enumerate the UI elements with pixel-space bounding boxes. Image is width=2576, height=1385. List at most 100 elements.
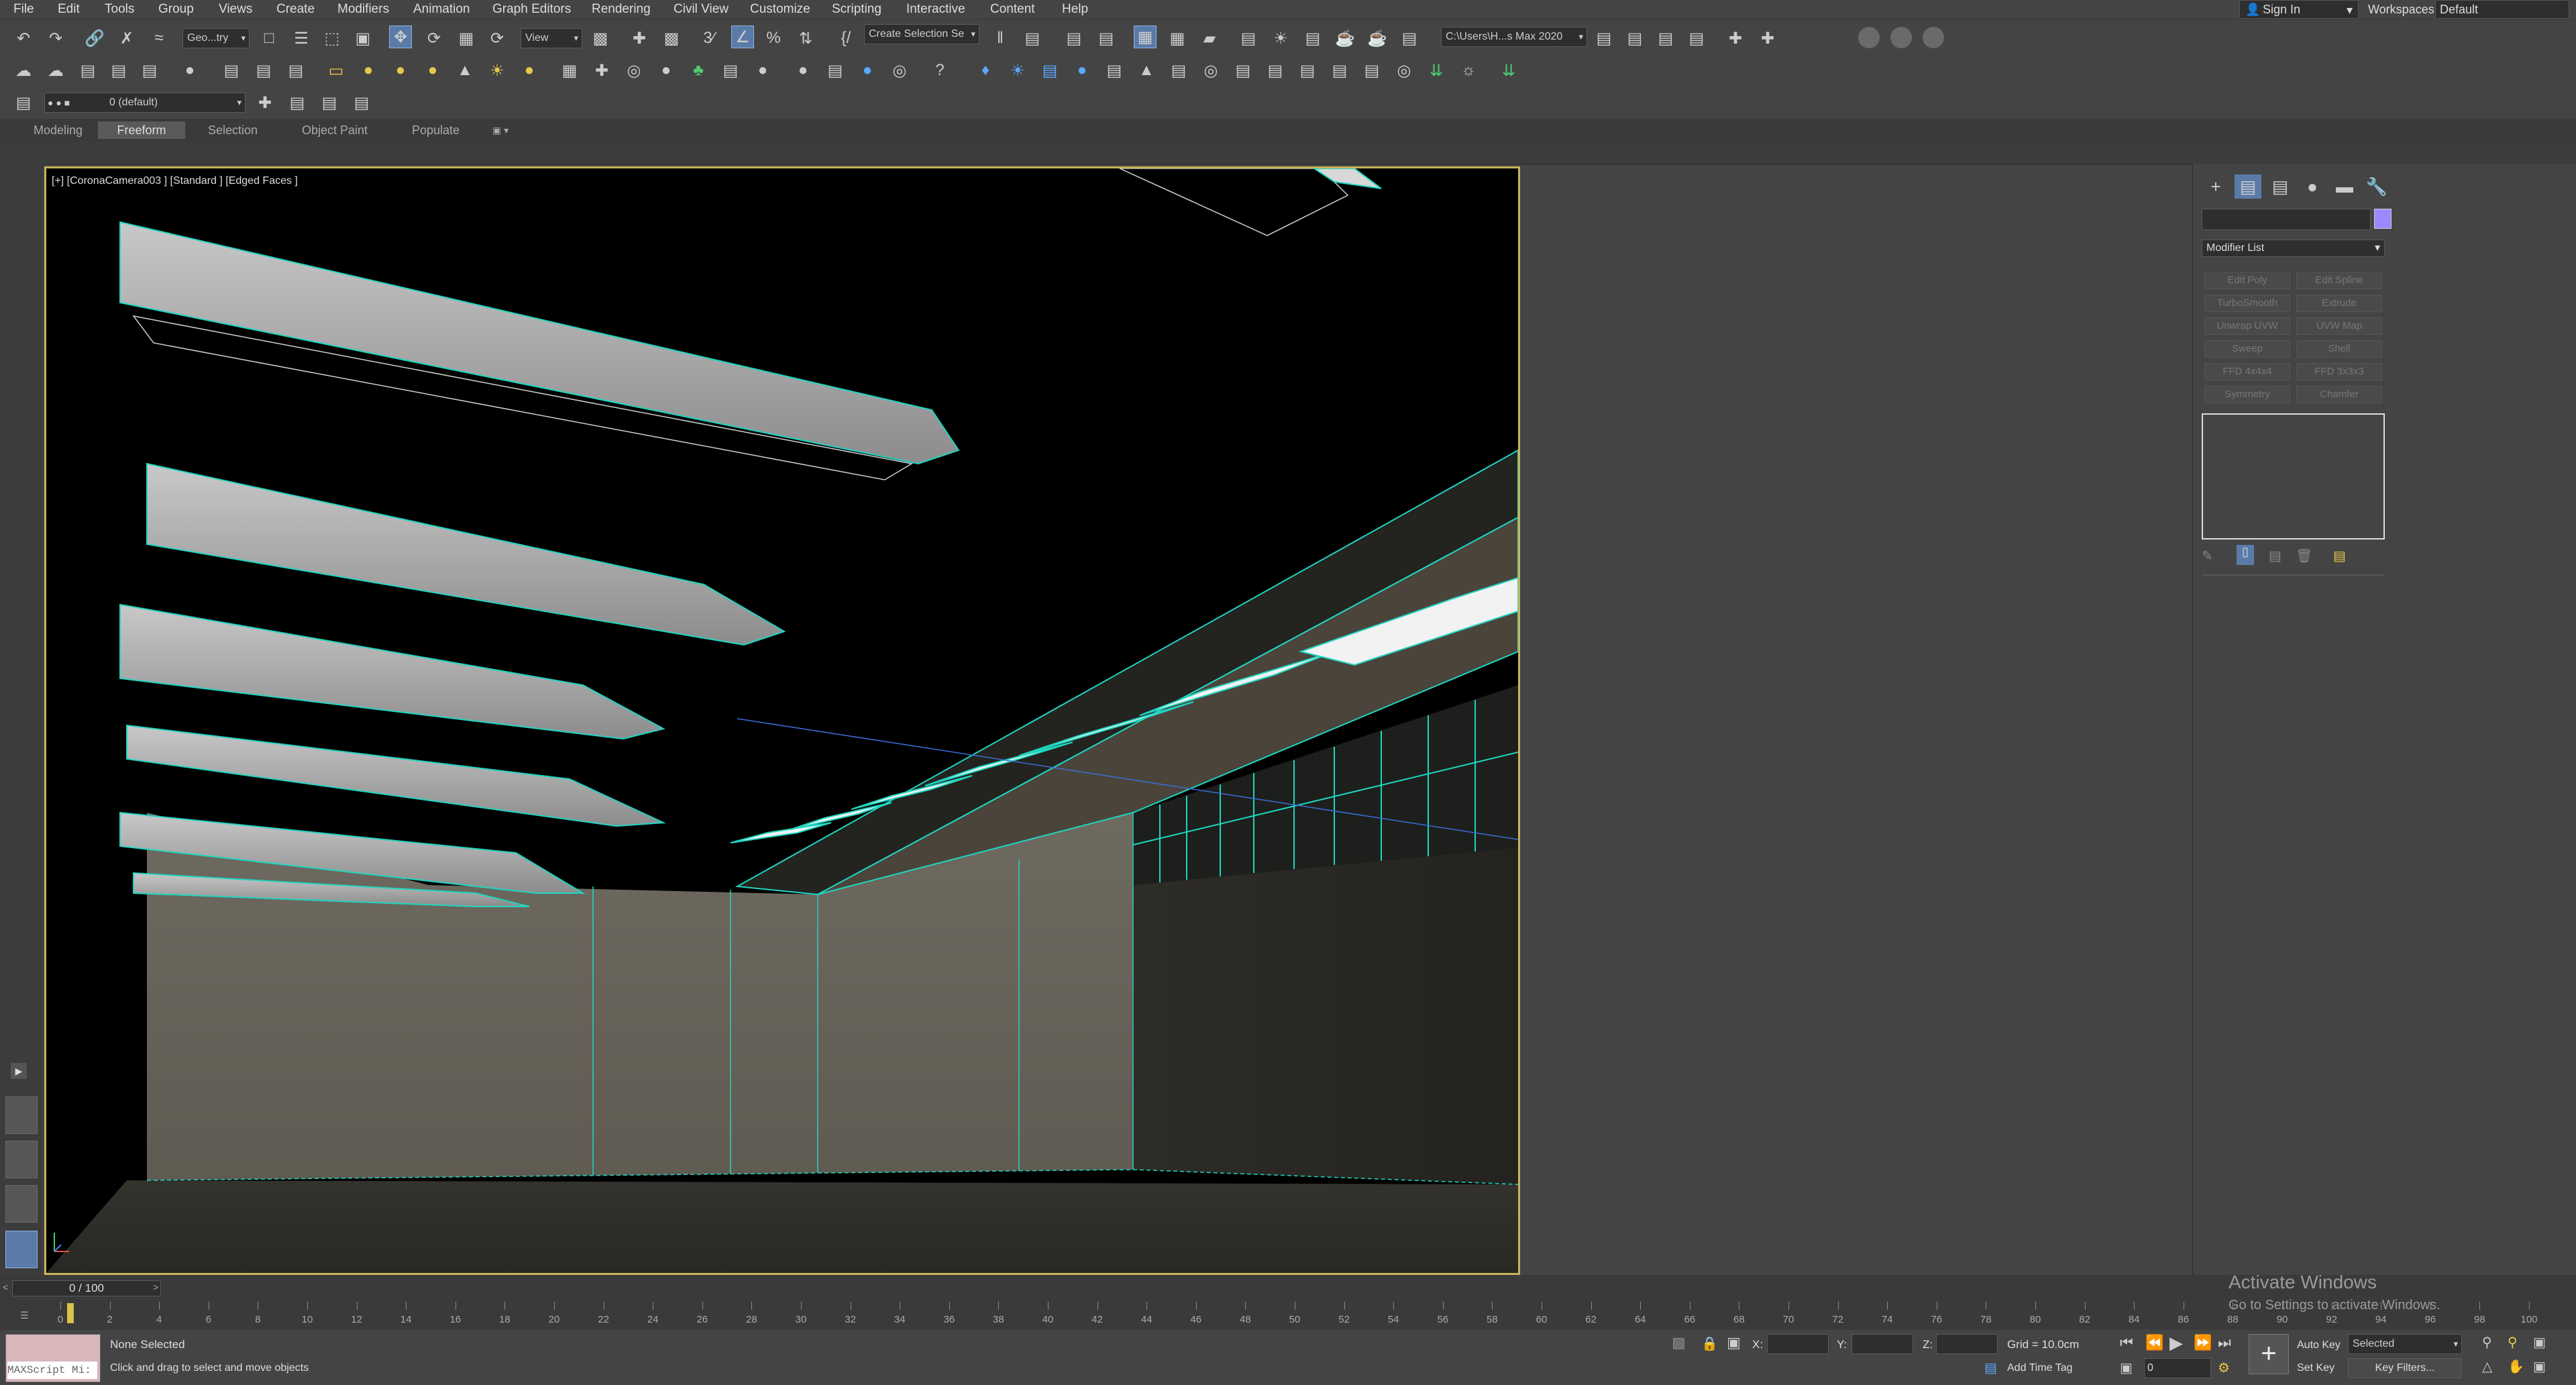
named-selection-dropdown[interactable]: Create Selection Se ▾ [864,24,979,44]
tab-object-paint[interactable]: Object Paint [295,121,374,139]
time-slider[interactable]: 0 / 100 [12,1280,161,1296]
modifier-button[interactable]: Edit Poly [2204,272,2290,289]
pin-stack-icon[interactable]: ✎ [2202,548,2213,564]
tab-selection[interactable]: Selection [201,121,264,139]
snaps-toggle-icon[interactable]: 3⁄ [698,27,720,50]
layer-dropdown[interactable]: ● ● ■ 0 (default) ▾ [44,93,246,113]
cloth-tool-icon[interactable]: ✚ [1724,27,1747,50]
cloth-tool-icon-2[interactable]: ✚ [1756,27,1779,50]
current-frame-field[interactable]: 0 [2144,1358,2211,1378]
menu-civil-view[interactable]: Civil View [674,2,729,17]
zoom-all-icon[interactable]: ⚲ [2508,1334,2518,1351]
tab-populate[interactable]: Populate [405,121,466,139]
object-color-swatch[interactable] [2374,209,2392,229]
configure-modifier-sets-icon[interactable]: ▤ [2333,548,2346,564]
render-production-icon[interactable]: ☕ [1334,27,1356,50]
vray-fur-icon[interactable]: ▲ [1135,59,1158,82]
reference-coordinate-dropdown[interactable]: View ▾ [521,28,582,48]
grid-icon[interactable]: ▦ [558,59,581,82]
select-manipulate-icon[interactable]: ✚ [628,27,651,50]
undo-icon[interactable]: ↶ [12,27,35,50]
vray-mesh-icon[interactable]: ▤ [1232,59,1254,82]
maxscript-mini-listener[interactable]: MAXScript Mi: [7,1362,97,1379]
curve-editor-icon[interactable]: ▦ [1166,27,1189,50]
bind-space-warp-icon[interactable]: ≈ [148,27,170,50]
corona-camera-icon[interactable]: ◎ [623,59,645,82]
vray-ies-icon[interactable]: ▤ [1038,59,1061,82]
track-bar-menu-icon[interactable]: ☰ [20,1310,29,1321]
material-editor-icon[interactable]: ▤ [1237,27,1260,50]
circle-button-1[interactable] [1858,27,1880,48]
menu-create[interactable]: Create [276,2,315,17]
menu-file[interactable]: File [13,2,34,17]
select-by-name-icon[interactable]: ☰ [290,27,313,50]
play-icon[interactable]: ▶ [2169,1333,2183,1353]
corona-converter-icon[interactable]: ▤ [138,59,161,82]
modifier-stack[interactable] [2202,413,2385,540]
add-to-layer-icon[interactable]: ▤ [286,91,309,114]
corona-material-library-icon[interactable]: ● [655,59,678,82]
render-iterative-icon[interactable]: ☕ [1366,27,1389,50]
key-filters-button[interactable]: Key Filters... [2348,1358,2462,1378]
vray-sphere-icon[interactable]: ◎ [1199,59,1222,82]
corona-material-icon[interactable]: ● [178,59,201,82]
rectangular-selection-icon[interactable]: ⬚ [321,27,343,50]
mirror-icon[interactable]: ‖ [989,27,1012,50]
vray-dome-icon[interactable]: ● [1071,59,1093,82]
project-icon-3[interactable]: ▤ [1654,27,1677,50]
tab-freeform[interactable]: Freeform [98,121,185,139]
auto-key-button[interactable]: Auto Key [2297,1339,2341,1351]
vray-cam-icon[interactable]: ◎ [1393,59,1415,82]
menu-edit[interactable]: Edit [58,2,80,17]
modifier-button[interactable]: Sweep [2204,340,2290,358]
toggle-layer-explorer-icon[interactable]: ▤ [1095,27,1118,50]
modify-tab-icon[interactable]: ▤ [2235,174,2261,199]
selection-filter-dropdown[interactable]: Geo...try ▾ [182,28,250,48]
circle-button-3[interactable] [1923,27,1944,48]
layout-tab-1[interactable] [5,1096,38,1134]
vray-enmesh-icon[interactable]: ▤ [1328,59,1351,82]
expand-arrow-icon[interactable]: ▶ [11,1063,27,1079]
align-icon[interactable]: ▤ [1021,27,1044,50]
corona-render-icon[interactable]: ☁ [12,59,35,82]
double-chevron-down-icon[interactable]: ⇊ [1425,59,1448,82]
menu-tools[interactable]: Tools [105,2,134,17]
select-and-rotate-icon[interactable]: ⟳ [423,27,445,50]
spinner-snap-icon[interactable]: ⇅ [794,27,817,50]
toggle-ribbon-icon[interactable]: ▦ [1134,25,1157,48]
lightbulb-icon[interactable]: ☼ [1457,59,1480,82]
modifier-button[interactable]: Chamfer [2296,386,2382,403]
select-and-move-icon[interactable]: ✥ [389,25,412,48]
rendered-frame-window-icon[interactable]: ▤ [1301,27,1324,50]
double-chevron-down-icon-2[interactable]: ⇊ [1497,59,1520,82]
corona-displacement-icon[interactable]: ▤ [284,59,307,82]
layout-tab-active[interactable] [5,1231,38,1268]
modifier-button[interactable]: Shell [2296,340,2382,358]
modifier-button[interactable]: Symmetry [2204,386,2290,403]
corona-sky-icon[interactable]: ● [518,59,541,82]
layer-properties-icon[interactable]: ▤ [350,91,373,114]
project-folder-dropdown[interactable]: C:\Users\H...s Max 2020 ▾ [1441,27,1587,47]
unlink-icon[interactable]: ✗ [115,27,138,50]
corona-light-disk-icon[interactable]: ● [421,59,444,82]
corona-distance-icon[interactable]: ◎ [888,59,911,82]
project-icon-1[interactable]: ▤ [1593,27,1615,50]
redo-icon[interactable]: ↷ [44,27,67,50]
project-icon-2[interactable]: ▤ [1623,27,1646,50]
track-bar[interactable]: ☰ 0 2 4 6 8 10 12 14 16 18 20 22 24 26 28 30 32 34 36 38 40 4… [0,1302,2576,1330]
modifier-button[interactable]: FFD 4x4x4 [2204,363,2290,380]
modifier-button[interactable]: Unwrap UVW [2204,317,2290,335]
menu-scripting[interactable]: Scripting [832,2,881,17]
set-key-big-button[interactable]: + [2249,1334,2289,1374]
previous-frame-icon[interactable]: ⏪ [2145,1334,2163,1351]
corona-light-sphere-icon[interactable]: ● [357,59,380,82]
layout-tab-3[interactable] [5,1185,38,1223]
menu-modifiers[interactable]: Modifiers [337,2,389,17]
object-name-field[interactable] [2202,209,2371,230]
corona-cloud-icon[interactable]: ☁ [44,59,67,82]
maximize-viewport-icon[interactable]: ▣ [2533,1358,2546,1375]
go-to-end-icon[interactable]: ⏭ [2218,1334,2231,1351]
menu-animation[interactable]: Animation [413,2,470,17]
window-crossing-icon[interactable]: ▣ [352,27,374,50]
time-tag-icon[interactable]: ▤ [1984,1360,1997,1376]
